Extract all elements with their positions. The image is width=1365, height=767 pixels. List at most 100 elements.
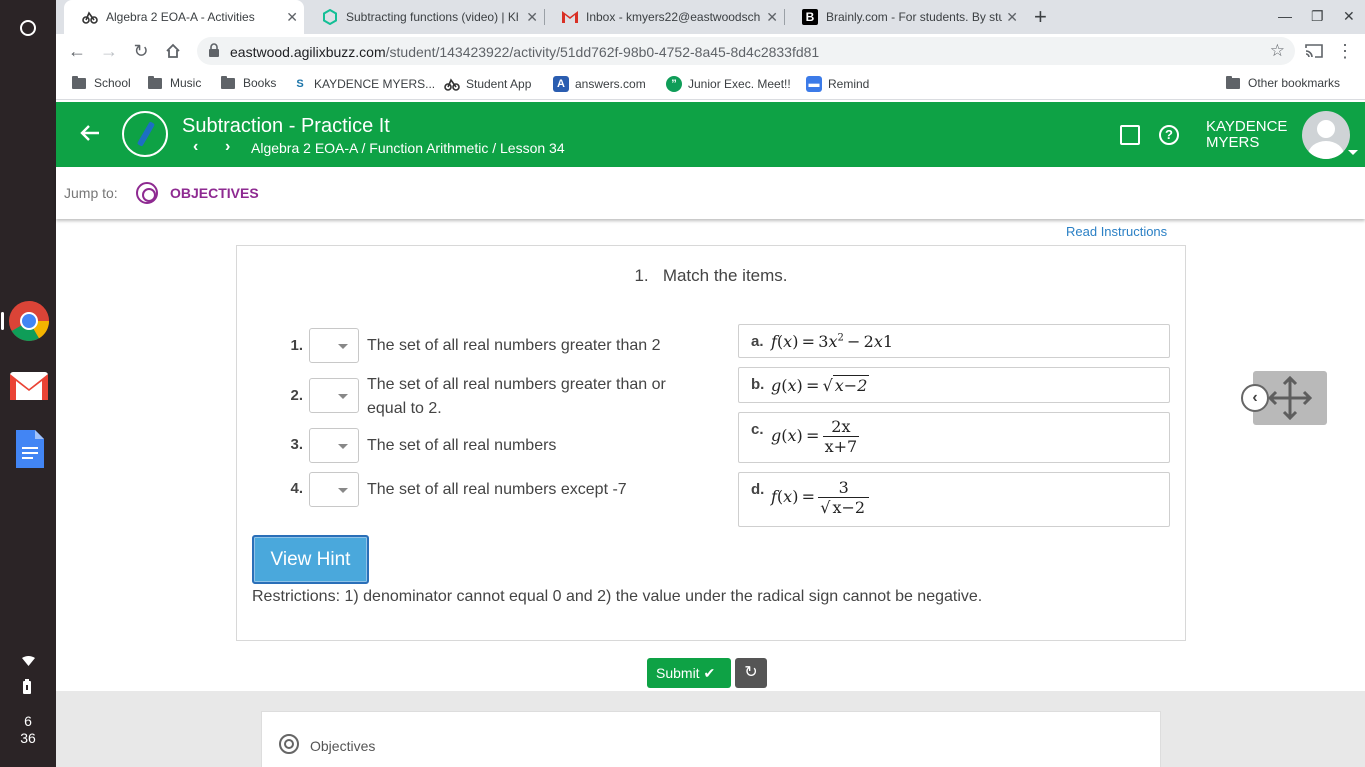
previous-chevron-icon[interactable]: ‹	[193, 138, 198, 156]
chevron-down-icon[interactable]	[1348, 150, 1358, 155]
bookmark-star-icon[interactable]: ☆	[1270, 41, 1285, 61]
avatar[interactable]	[1302, 111, 1350, 159]
launcher-button[interactable]	[10, 10, 46, 46]
system-clock[interactable]: 6 36	[0, 713, 56, 747]
menu-button[interactable]: ⋮	[1334, 40, 1356, 62]
question-number: 1.	[634, 266, 649, 285]
bookmark-label: Other bookmarks	[1248, 76, 1341, 90]
reset-button[interactable]: ↻	[735, 658, 767, 688]
option-formula: f(x) = 3 √ x−2	[771, 478, 870, 517]
user-first-name: KAYDENCE	[1206, 118, 1288, 135]
answer-dropdown[interactable]	[309, 378, 359, 413]
tab-agilix[interactable]: Algebra 2 EOA-A - Activities ✕	[64, 0, 304, 34]
lock-icon	[209, 43, 219, 57]
bookmark-music[interactable]: Music	[148, 75, 201, 90]
bookmark-label: Junior Exec. Meet!!	[688, 77, 791, 91]
answer-dropdown[interactable]	[309, 472, 359, 507]
restore-button[interactable]: ❐	[1311, 8, 1324, 25]
remind-icon: ▬	[806, 76, 822, 92]
bookmark-school[interactable]: School	[72, 75, 131, 90]
objectives-title: Objectives	[310, 738, 376, 754]
option-d[interactable]: d. f(x) = 3 √ x−2	[738, 472, 1170, 527]
back-arrow-icon[interactable]	[80, 122, 100, 148]
option-a[interactable]: a. f(x) = 3x2 − 2x1	[738, 324, 1170, 358]
hint-text: Restrictions: 1) denominator cannot equa…	[252, 588, 983, 605]
option-c[interactable]: c. g(x) = 2x x+7	[738, 412, 1170, 463]
back-button[interactable]: ←	[66, 40, 88, 62]
gmail-app[interactable]	[8, 364, 50, 406]
close-window-button[interactable]: ✕	[1343, 8, 1355, 25]
help-icon[interactable]: ?	[1159, 125, 1179, 145]
bookmark-kaydence[interactable]: S KAYDENCE MYERS...	[292, 76, 435, 92]
bookmark-label: Books	[243, 76, 277, 90]
new-tab-button[interactable]: +	[1034, 4, 1047, 30]
s-logo-icon: S	[296, 78, 304, 90]
docs-app[interactable]	[8, 428, 50, 470]
tab-title: Inbox - kmyers22@eastwoodsch	[586, 10, 761, 24]
close-tab-icon[interactable]: ✕	[526, 9, 538, 26]
chrome-app[interactable]	[8, 300, 50, 342]
user-name[interactable]: KAYDENCE MYERS	[1206, 119, 1287, 151]
hangouts-icon: ”	[666, 76, 682, 92]
notes-icon[interactable]	[1120, 125, 1140, 145]
tab-brainly[interactable]: B Brainly.com - For students. By stu ✕	[784, 0, 1024, 34]
option-letter: d.	[751, 481, 765, 498]
objectives-link[interactable]: OBJECTIVES	[170, 185, 259, 201]
tab-gmail[interactable]: Inbox - kmyers22@eastwoodsch ✕	[544, 0, 784, 34]
tab-title: Algebra 2 EOA-A - Activities	[106, 10, 255, 24]
item-text: The set of all real numbers	[367, 437, 557, 454]
bookmark-books[interactable]: Books	[221, 75, 277, 90]
refresh-icon: ↻	[744, 664, 758, 681]
os-shelf: 6 36	[0, 0, 56, 767]
check-icon: ✔	[703, 665, 716, 681]
bookmark-label: School	[94, 76, 131, 90]
option-b[interactable]: b. g(x) = √ x−2	[738, 367, 1170, 403]
bookmark-answers[interactable]: Aanswers.com	[553, 76, 646, 92]
question-card: 1. Match the items. 1. The set of all re…	[236, 245, 1186, 641]
close-tab-icon[interactable]: ✕	[286, 9, 298, 26]
minimize-button[interactable]: —	[1278, 8, 1292, 24]
browser-toolbar: ← → ↻ eastwood.agilixbuzz.com/student/14…	[56, 34, 1365, 68]
option-letter: a.	[751, 333, 764, 350]
bookmark-label: Remind	[828, 77, 870, 91]
battery-icon[interactable]	[22, 679, 32, 697]
close-tab-icon[interactable]: ✕	[766, 9, 778, 26]
submit-label: Submit	[656, 665, 700, 681]
option-letter: b.	[751, 376, 765, 393]
item-text: The set of all real numbers greater than…	[367, 337, 661, 354]
question-heading: 1. Match the items.	[237, 266, 1185, 286]
tab-khan[interactable]: Subtracting functions (video) | Kh ✕	[304, 0, 544, 34]
home-button[interactable]	[162, 40, 184, 62]
objectives-panel: Objectives	[261, 711, 1161, 767]
bookmark-student-app[interactable]: Student App	[444, 76, 531, 92]
chrome-icon	[9, 301, 49, 341]
page-title: Subtraction - Practice It	[182, 115, 390, 137]
close-tab-icon[interactable]: ✕	[1006, 9, 1018, 26]
read-instructions-link[interactable]: Read Instructions	[1066, 224, 1167, 239]
view-hint-button[interactable]: View Hint	[252, 535, 369, 584]
submit-button[interactable]: Submit ✔	[647, 658, 731, 688]
answer-dropdown[interactable]	[309, 428, 359, 463]
address-bar[interactable]: eastwood.agilixbuzz.com/student/14342392…	[197, 37, 1295, 65]
bookmark-remind[interactable]: ▬ Remind	[806, 76, 869, 92]
forward-button[interactable]: →	[98, 40, 120, 62]
answer-dropdown[interactable]	[309, 328, 359, 363]
target-icon[interactable]	[136, 182, 158, 204]
active-indicator	[1, 312, 4, 330]
tab-title: Brainly.com - For students. By stu	[826, 10, 1002, 24]
reload-button[interactable]: ↻	[130, 40, 152, 62]
bookmark-junior-exec[interactable]: ” Junior Exec. Meet!!	[666, 76, 791, 92]
clock-hour: 6	[24, 713, 32, 729]
bookmarks-bar: School Music Books S KAYDENCE MYERS... St…	[56, 68, 1365, 100]
folder-icon	[148, 75, 162, 89]
bookmark-other[interactable]: Other bookmarks	[1226, 75, 1341, 90]
cast-button[interactable]	[1303, 40, 1325, 62]
brainly-icon: B	[802, 9, 818, 25]
wifi-icon[interactable]	[22, 655, 35, 669]
next-chevron-icon[interactable]: ›	[225, 138, 230, 156]
breadcrumb[interactable]: Algebra 2 EOA-A / Function Arithmetic / …	[251, 140, 565, 156]
jump-to-label: Jump to:	[64, 185, 118, 201]
chevron-left-icon[interactable]: ‹	[1241, 384, 1269, 412]
activity-content: Read Instructions 1. Match the items. 1.…	[56, 219, 1365, 767]
option-formula: g(x) = 2x x+7	[771, 417, 860, 456]
